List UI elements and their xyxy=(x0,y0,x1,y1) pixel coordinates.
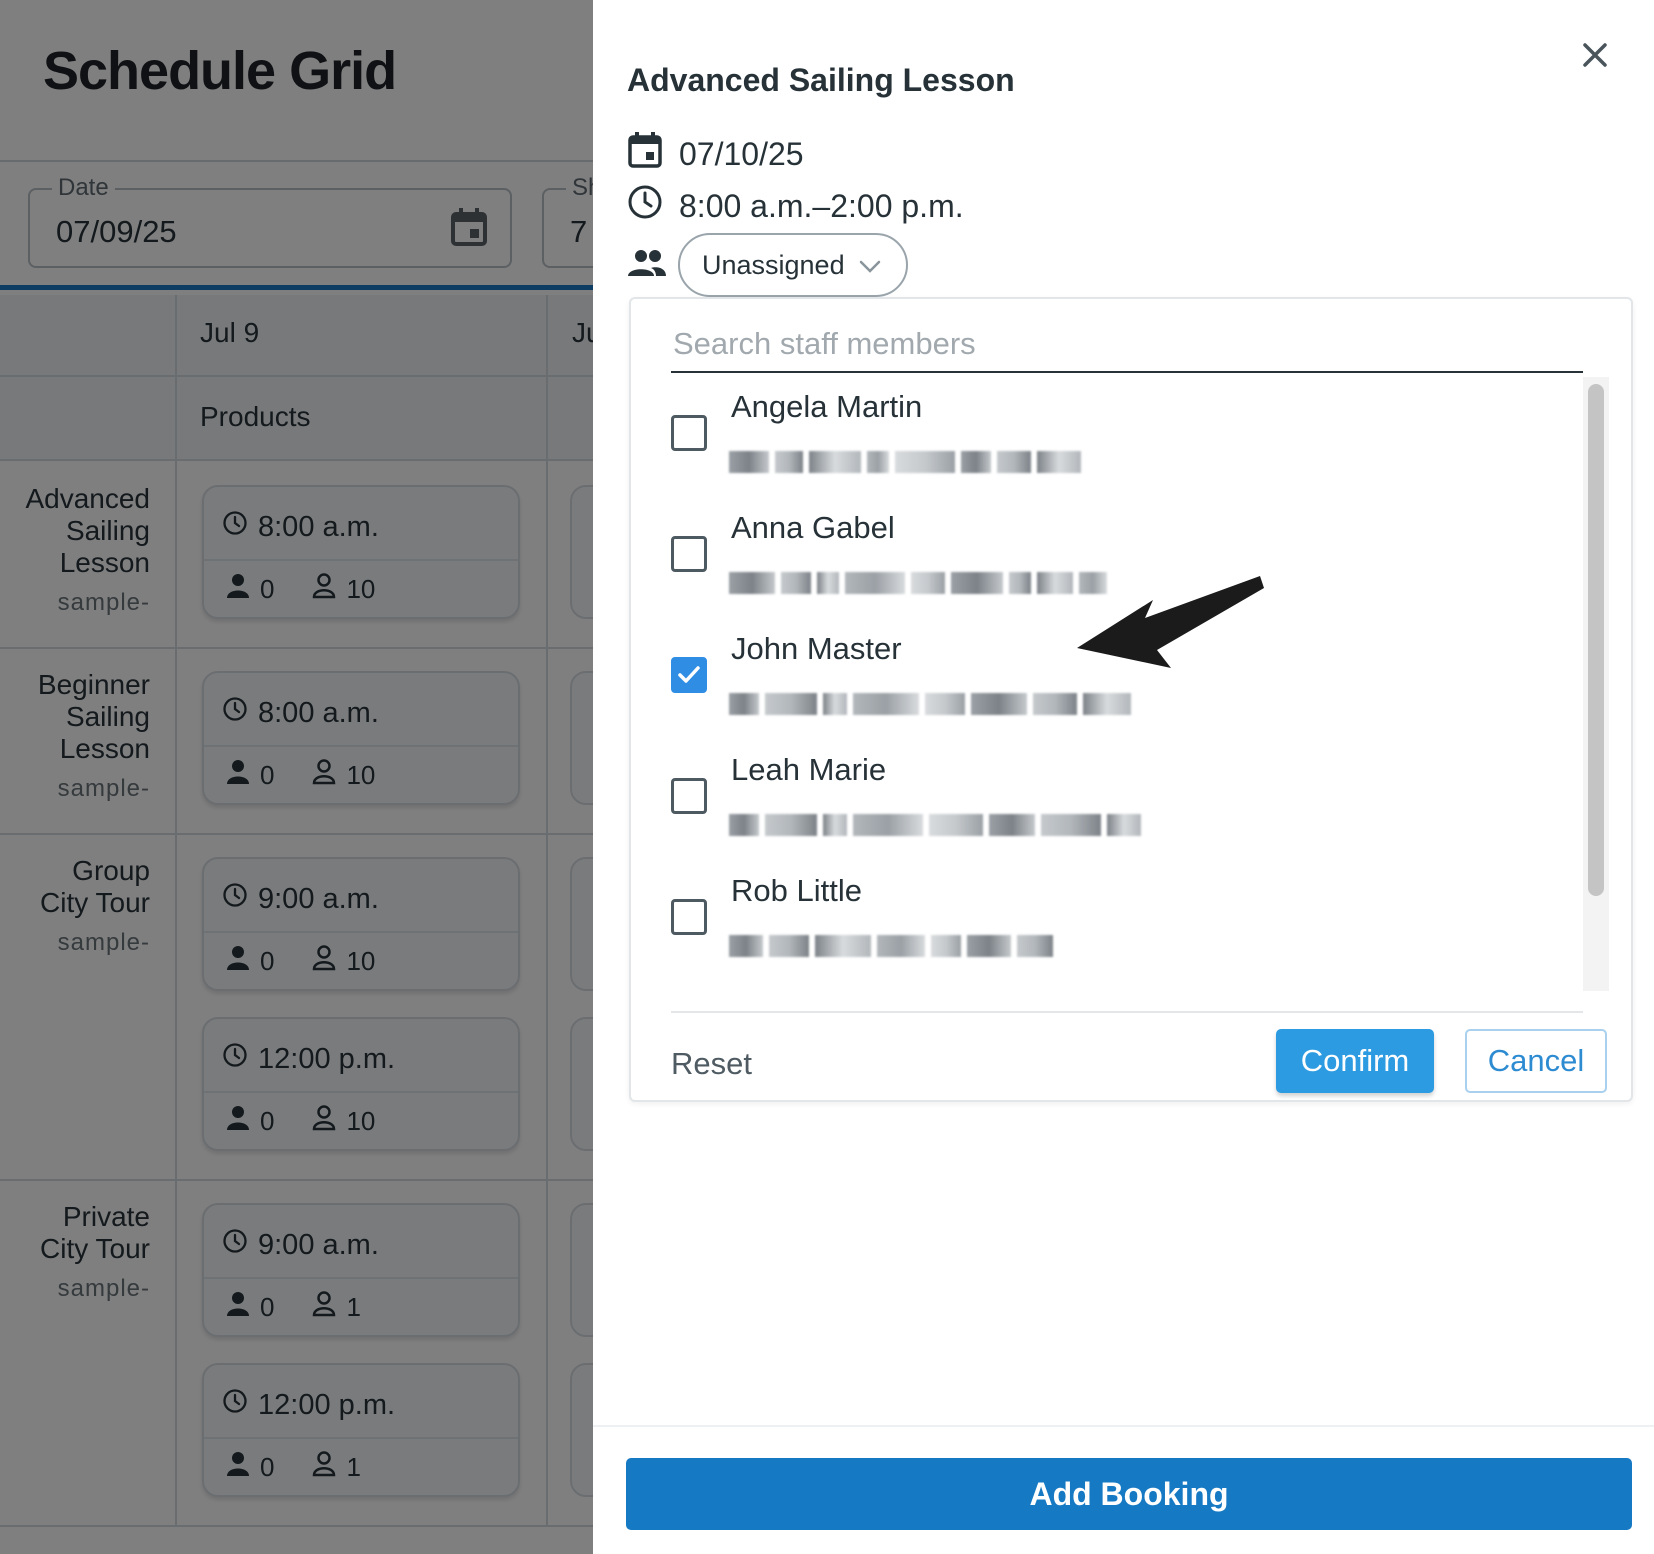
modal-overlay[interactable] xyxy=(0,0,593,1554)
staff-name: Rob Little xyxy=(731,873,862,908)
checkbox[interactable] xyxy=(671,415,707,451)
checkbox-checked[interactable] xyxy=(671,657,707,693)
staff-search-input[interactable] xyxy=(671,317,1583,373)
staff-name: Leah Marie xyxy=(731,752,887,787)
time-row: 8:00 a.m.–2:00 p.m. xyxy=(627,184,964,228)
clock-icon xyxy=(627,184,663,228)
drawer-date: 07/10/25 xyxy=(679,135,804,172)
assignee-button-label: Unassigned xyxy=(702,249,845,280)
schedule-grid-page: Schedule Grid Date 07/09/25 Sh 7 Jul 9 J… xyxy=(0,0,593,1554)
staff-picker-panel: Angela Martin Anna Gabel John Master Leah M… xyxy=(629,297,1633,1102)
staff-email-redacted xyxy=(729,572,1113,594)
assignee-dropdown-button[interactable]: Unassigned xyxy=(678,233,908,297)
drawer-time-range: 8:00 a.m.–2:00 p.m. xyxy=(679,187,964,224)
booking-drawer: Advanced Sailing Lesson 07/10/25 8:00 a.… xyxy=(593,0,1654,1554)
drawer-title: Advanced Sailing Lesson xyxy=(627,62,1015,98)
calendar-icon xyxy=(627,131,663,177)
checkmark-icon xyxy=(678,666,700,683)
confirm-button[interactable]: Confirm xyxy=(1276,1029,1434,1093)
footer-divider xyxy=(593,1425,1654,1427)
people-icon xyxy=(627,248,667,283)
cancel-button[interactable]: Cancel xyxy=(1465,1029,1607,1093)
staff-email-redacted xyxy=(729,693,1137,715)
chevron-down-icon xyxy=(859,250,881,281)
checkbox[interactable] xyxy=(671,778,707,814)
staff-name: Anna Gabel xyxy=(731,510,895,545)
staff-option[interactable]: Rob Little xyxy=(671,873,1551,983)
staff-list[interactable]: Angela Martin Anna Gabel John Master Leah M… xyxy=(631,379,1581,989)
staff-email-redacted xyxy=(729,814,1147,836)
add-booking-button[interactable]: Add Booking xyxy=(626,1458,1632,1530)
date-row: 07/10/25 xyxy=(627,132,804,176)
staff-name: Angela Martin xyxy=(731,389,923,424)
staff-name: John Master xyxy=(731,631,902,666)
panel-divider xyxy=(671,1011,1583,1013)
checkbox[interactable] xyxy=(671,899,707,935)
staff-list-scroll-thumb[interactable] xyxy=(1588,384,1604,896)
reset-button[interactable]: Reset xyxy=(671,1032,752,1096)
annotation-arrow xyxy=(1077,576,1264,668)
staff-option[interactable]: Angela Martin xyxy=(671,389,1551,499)
staff-email-redacted xyxy=(729,451,1087,473)
close-icon[interactable] xyxy=(1575,35,1615,75)
checkbox[interactable] xyxy=(671,536,707,572)
staff-email-redacted xyxy=(729,935,1059,957)
staff-option[interactable]: Leah Marie xyxy=(671,752,1551,862)
